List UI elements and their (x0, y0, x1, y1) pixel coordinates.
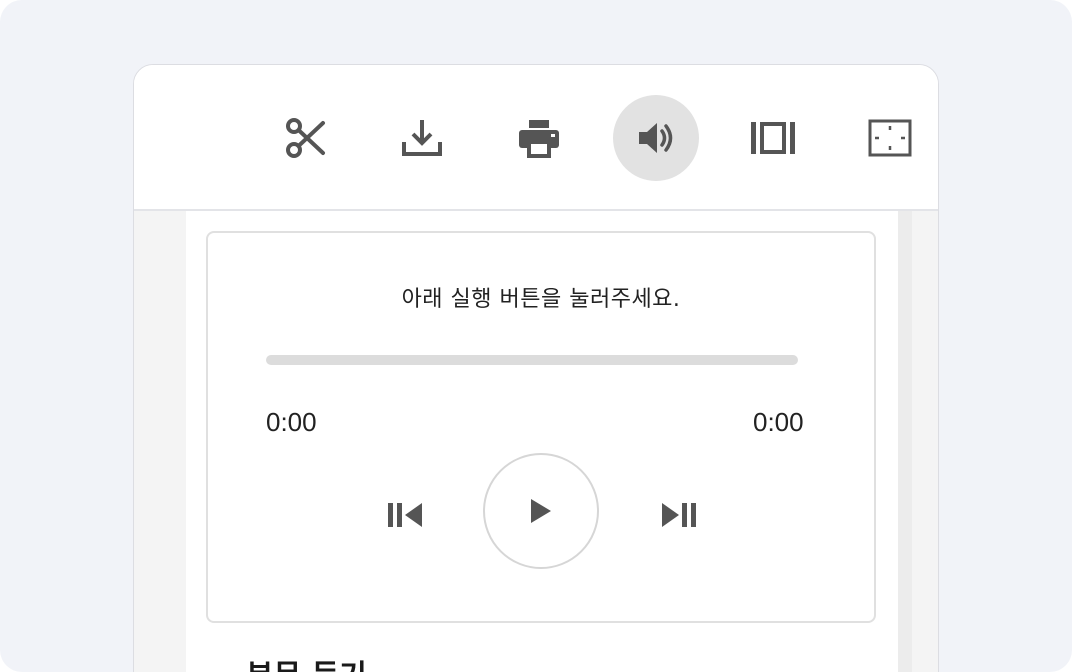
download-icon (402, 120, 442, 156)
section-title: 본문 듣기 (246, 651, 367, 672)
backdrop: 아래 실행 버튼을 눌러주세요. 0:00 0:00 (0, 0, 1072, 672)
speaker-icon (639, 123, 673, 153)
total-time: 0:00 (753, 407, 804, 437)
current-time: 0:00 (266, 407, 317, 437)
audio-player: 아래 실행 버튼을 눌러주세요. 0:00 0:00 (206, 231, 876, 623)
fit-screen-button[interactable] (847, 95, 933, 181)
document-sheet: 아래 실행 버튼을 눌러주세요. 0:00 0:00 (186, 211, 898, 672)
page-width-icon (751, 122, 795, 154)
next-button[interactable] (654, 491, 702, 539)
fit-screen-icon (868, 119, 912, 157)
print-button[interactable] (496, 95, 582, 181)
progress-bar[interactable] (266, 355, 798, 365)
play-button[interactable] (483, 453, 599, 569)
download-button[interactable] (379, 95, 465, 181)
skip-next-icon (662, 503, 696, 527)
play-icon (531, 499, 551, 523)
page-width-button[interactable] (730, 95, 816, 181)
previous-button[interactable] (382, 491, 430, 539)
reader-panel: 아래 실행 버튼을 눌러주세요. 0:00 0:00 (133, 64, 939, 672)
scrollbar[interactable] (898, 211, 912, 672)
player-instruction: 아래 실행 버튼을 눌러주세요. (401, 287, 681, 312)
skip-previous-icon (388, 503, 422, 527)
listen-button[interactable] (613, 95, 699, 181)
print-icon (519, 120, 559, 158)
cut-button[interactable] (262, 95, 348, 181)
scissors-icon (286, 118, 325, 158)
content-area: 아래 실행 버튼을 눌러주세요. 0:00 0:00 (134, 211, 938, 672)
toolbar (134, 65, 938, 211)
